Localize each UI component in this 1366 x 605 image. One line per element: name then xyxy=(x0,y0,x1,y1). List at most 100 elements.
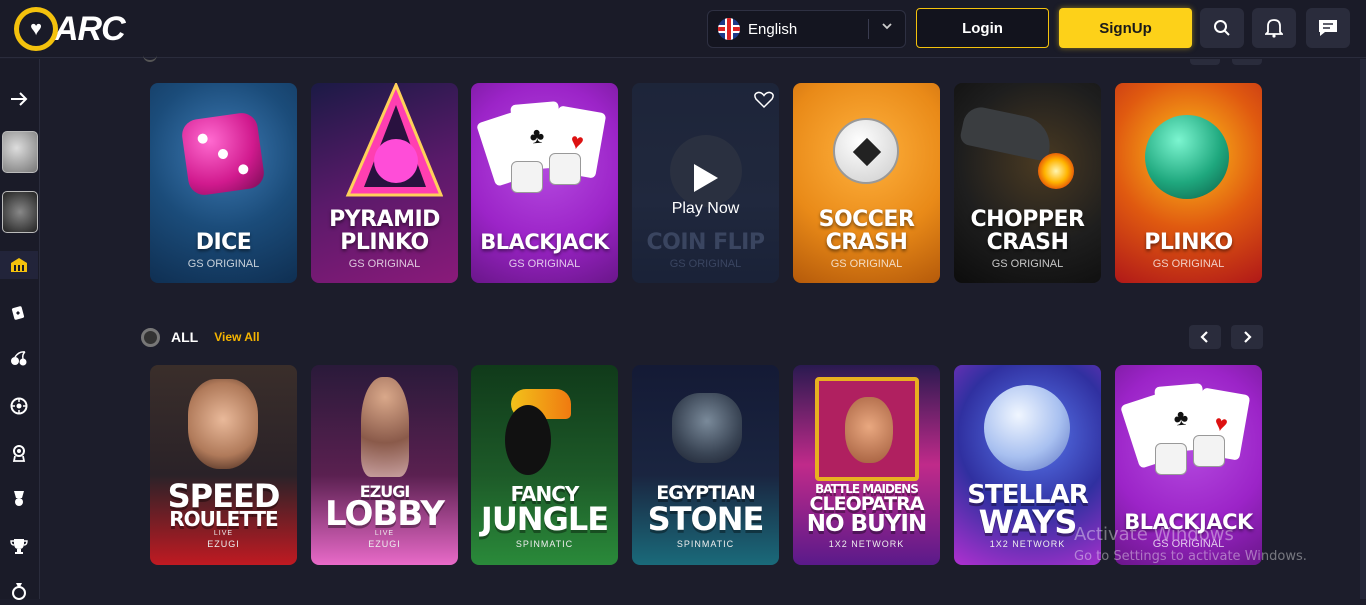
game-card-ezugi-lobby[interactable]: EZUGI LOBBY LIVE EZUGI xyxy=(311,365,458,565)
game-provider: SPINMATIC xyxy=(676,539,735,549)
game-card-egyptian-stone[interactable]: EGYPTIAN STONE SPINMATIC xyxy=(632,365,779,565)
view-all-link[interactable]: View All xyxy=(214,330,259,344)
sidebar-item-tournaments[interactable] xyxy=(0,532,38,560)
game-card-battle-maidens-cleopatra[interactable]: BATTLE MAIDENS CLEOPATRA NO BUYIN 1X2 NE… xyxy=(793,365,940,565)
uk-flag-icon xyxy=(718,18,740,40)
chevron-right-icon xyxy=(1244,331,1252,343)
poker-card-icon xyxy=(11,306,25,320)
game-card-speed-roulette[interactable]: SPEED ROULETTE LIVE EZUGI xyxy=(150,365,297,565)
game-title-line1: PYRAMID xyxy=(329,207,440,232)
game-provider: EZUGI xyxy=(207,539,240,549)
chevron-left-icon xyxy=(1200,331,1208,343)
site-logo[interactable]: ♥ ARC xyxy=(14,4,126,54)
windows-watermark-subtitle: Go to Settings to activate Windows. xyxy=(1074,549,1307,564)
game-card-fancy-jungle[interactable]: FANCY JUNGLE SPINMATIC xyxy=(471,365,618,565)
game-subtitle: GS ORIGINAL xyxy=(508,258,581,270)
dealer-art xyxy=(361,377,409,477)
roulette-icon xyxy=(10,397,28,415)
signup-button[interactable]: SignUp xyxy=(1059,8,1192,48)
play-now-label: Play Now xyxy=(671,200,740,217)
sidebar-item-roulette[interactable] xyxy=(0,392,38,420)
sidebar-item-live[interactable] xyxy=(0,439,38,467)
game-provider: SPINMATIC xyxy=(515,539,574,549)
game-title-line2: CRASH xyxy=(986,230,1069,255)
chat-icon xyxy=(1319,20,1337,36)
casino-icon xyxy=(11,258,27,272)
explosion-art xyxy=(1038,153,1074,189)
expand-sidebar-button[interactable] xyxy=(0,85,38,113)
heart-outline-icon[interactable] xyxy=(754,91,774,109)
chat-button[interactable] xyxy=(1306,8,1350,48)
section-title: ALL xyxy=(171,329,199,345)
logo-chip-icon: ♥ xyxy=(14,7,58,51)
live-tag: LIVE xyxy=(374,530,395,537)
sidebar xyxy=(0,59,40,600)
sidebar-item-ranks[interactable] xyxy=(0,485,38,513)
all-section-header: ALL View All xyxy=(141,326,260,348)
game-title-line3: NO BUYIN xyxy=(806,511,927,537)
moon-art xyxy=(984,385,1070,471)
search-button[interactable] xyxy=(1200,8,1244,48)
game-title-line2: STONE xyxy=(647,500,765,538)
game-title-line2: ROULETTE xyxy=(169,507,278,531)
language-label: English xyxy=(748,20,798,38)
play-icon xyxy=(694,164,718,192)
dice-art xyxy=(549,153,581,185)
sidebar-item-promotions[interactable] xyxy=(0,577,38,605)
login-button[interactable]: Login xyxy=(916,8,1049,48)
game-card-dice[interactable]: DICE GS ORIGINAL xyxy=(150,83,297,283)
dice-art xyxy=(511,161,543,193)
game-card-plinko[interactable]: PLINKO GS ORIGINAL xyxy=(1115,83,1262,283)
search-icon xyxy=(1214,20,1230,36)
game-subtitle: GS ORIGINAL xyxy=(1152,258,1225,270)
live-tag: LIVE xyxy=(213,530,234,537)
carousel-prev-button[interactable] xyxy=(1189,325,1221,349)
game-title-line2: JUNGLE xyxy=(480,500,609,538)
game-title-line1: CHOPPER xyxy=(970,207,1085,232)
game-title: BLACKJACK xyxy=(480,230,609,254)
promo-icon xyxy=(12,583,26,600)
prev-arrow-partial[interactable] xyxy=(1190,59,1220,65)
notifications-button[interactable] xyxy=(1252,8,1296,48)
sidebar-item-casino[interactable] xyxy=(0,251,38,279)
plinko-ball-art xyxy=(1145,115,1229,199)
live-dealer-icon xyxy=(12,445,26,462)
game-card-pyramid-plinko[interactable]: PYRAMID PLINKO GS ORIGINAL xyxy=(311,83,458,283)
windows-watermark-title: Activate Windows xyxy=(1074,524,1234,545)
game-title: PLINKO xyxy=(1144,230,1233,255)
dice-art xyxy=(1155,443,1187,475)
game-card-coin-flip[interactable]: Play Now COIN FLIP GS ORIGINAL xyxy=(632,83,779,283)
game-title-line2: LOBBY xyxy=(325,494,445,534)
game-subtitle: GS ORIGINAL xyxy=(669,258,742,270)
game-subtitle: GS ORIGINAL xyxy=(991,258,1064,270)
game-title: DICE xyxy=(195,230,252,255)
game-title: COIN FLIP xyxy=(646,230,765,255)
logo-text: ARC xyxy=(54,9,126,48)
sidebar-item-slots[interactable] xyxy=(0,344,38,372)
language-select[interactable]: English xyxy=(707,10,906,48)
sidebar-item-cards[interactable] xyxy=(0,298,38,326)
cleopatra-frame-art xyxy=(815,377,919,481)
next-arrow-partial[interactable] xyxy=(1232,59,1262,65)
soccer-ball-art xyxy=(833,118,899,184)
section-radio-icon xyxy=(141,327,160,347)
game-subtitle: GS ORIGINAL xyxy=(830,258,903,270)
game-card-blackjack[interactable]: ♣ ♥ BLACKJACK GS ORIGINAL xyxy=(471,83,618,283)
carousel-next-button[interactable] xyxy=(1231,325,1263,349)
game-card-soccer-crash[interactable]: SOCCER CRASH GS ORIGINAL xyxy=(793,83,940,283)
dice-illustration xyxy=(180,111,266,197)
recent-game-soccer-thumb[interactable] xyxy=(2,191,38,233)
toucan-body-art xyxy=(505,405,551,475)
dealer-art xyxy=(188,379,258,469)
game-card-chopper-crash[interactable]: CHOPPER CRASH GS ORIGINAL xyxy=(954,83,1101,283)
cherry-slot-icon xyxy=(11,351,27,366)
page-scrollbar[interactable] xyxy=(1360,59,1366,599)
trophy-icon xyxy=(10,539,28,554)
game-provider: 1X2 NETWORK xyxy=(828,539,905,549)
rank-icon xyxy=(14,491,24,506)
game-title-line1: SOCCER xyxy=(818,207,915,232)
recent-game-dice-thumb[interactable] xyxy=(2,131,38,173)
divider xyxy=(868,19,869,39)
game-subtitle: GS ORIGINAL xyxy=(348,258,421,270)
bell-icon xyxy=(1265,19,1283,38)
